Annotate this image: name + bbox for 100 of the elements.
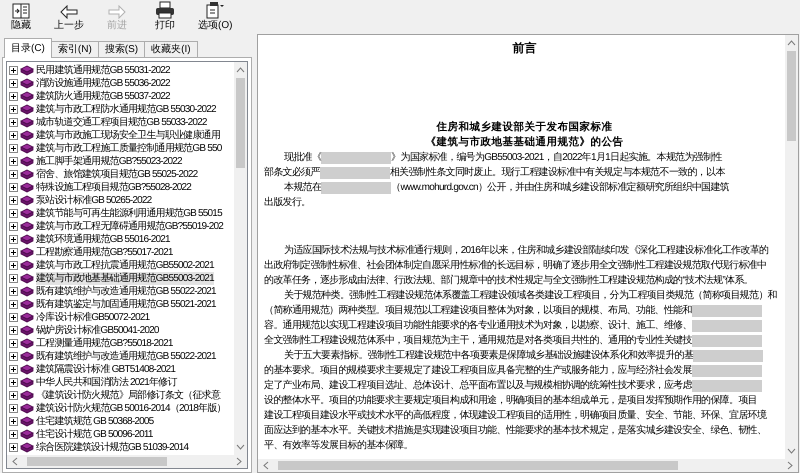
expand-icon[interactable]	[9, 157, 18, 166]
tree-item[interactable]: 特殊设施工程项目规范GB?55028-2022	[36, 181, 191, 194]
scroll-down-icon[interactable]	[787, 447, 796, 455]
expand-icon[interactable]	[9, 209, 18, 218]
expand-icon[interactable]	[9, 92, 18, 101]
toolbar-button[interactable]: 打印	[150, 1, 180, 32]
tree-item[interactable]: 住宅设计规范 GB 50096-2011	[36, 428, 153, 441]
scroll-thumb[interactable]	[787, 51, 796, 141]
scroll-left-icon[interactable]	[11, 457, 19, 466]
body-text: 的改革任务，逐步形成由法律、行政法规、部门规章中的技术性规定与全文强制性工程建设规范构成的“技术法规”体系。	[264, 274, 753, 288]
tree-item[interactable]: 建筑与市政工程施工质量控制通用规范GB 550	[36, 142, 222, 155]
document-menu-icon	[205, 1, 226, 19]
toolbar-button[interactable]: 选项(O)	[198, 1, 232, 32]
toolbar-button[interactable]: 隐藏	[6, 3, 36, 32]
body-text: 关于规范种类。强制性工程建设规范体系覆盖工程建设领域各类建设工程项目，分为工程项目类规范（简称项目规范）和	[284, 288, 777, 303]
book-icon	[20, 390, 34, 401]
body-text: 的基本要求。项目的规模要求主要规定了建设工程项目应具备完整的生产或服务能力，应与经济社会发展	[264, 364, 692, 378]
expand-icon[interactable]	[9, 300, 18, 309]
scroll-left-icon[interactable]	[262, 461, 270, 470]
expand-icon[interactable]	[9, 326, 18, 335]
expand-icon[interactable]	[9, 339, 18, 348]
scroll-thumb[interactable]	[27, 457, 167, 466]
tree-item[interactable]: 泵站设计标准GB 50265-2022	[36, 194, 152, 207]
expand-icon[interactable]	[9, 261, 18, 270]
scroll-up-icon[interactable]	[787, 39, 796, 47]
scroll-right-icon[interactable]	[235, 457, 243, 466]
expand-icon[interactable]	[9, 404, 18, 413]
expand-icon[interactable]	[9, 235, 18, 244]
tab[interactable]: 目录(C)	[4, 38, 52, 58]
expand-icon[interactable]	[9, 131, 18, 140]
tree-item[interactable]: 宿舍、旅馆建筑项目规范GB 55025-2022	[36, 168, 198, 181]
expand-icon[interactable]	[9, 417, 18, 426]
tree-item[interactable]: 锅炉房设计标准GB50041-2020	[36, 324, 159, 337]
expand-icon[interactable]	[9, 352, 18, 361]
expand-icon[interactable]	[9, 287, 18, 296]
tree-item[interactable]: 综合医院建筑设计规范GB 51039-2014	[36, 441, 188, 454]
expand-icon[interactable]	[9, 365, 18, 374]
expand-icon[interactable]	[9, 183, 18, 192]
body-text: （简称通用规范）两种类型。项目规范以工程建设项目整体为对象，以项目的规模、布局、功能、性能和	[264, 304, 692, 318]
book-icon	[20, 208, 34, 219]
panel-icon	[12, 3, 30, 19]
tree-item[interactable]: 住宅建筑规范 GB 50368-2005	[36, 415, 154, 428]
tree-item[interactable]: 既有建筑维护与改造通用规范GB 55022-2021	[36, 350, 216, 363]
tree-item[interactable]: 建筑设计防火规范GB 50016-2014（2018年版）	[36, 402, 226, 415]
tree-item[interactable]: 民用建筑通用规范GB 55031-2022	[36, 64, 170, 77]
expand-icon[interactable]	[9, 274, 18, 283]
tree-item[interactable]: 建筑与市政工程无障碍通用规范GB?55019-202	[36, 220, 224, 233]
expand-icon[interactable]	[9, 79, 18, 88]
tree-item[interactable]: 建筑与市政地基基础通用规范GB55003-2021	[36, 272, 214, 285]
body-text: 出版发行。	[264, 196, 311, 210]
expand-icon[interactable]	[9, 248, 18, 257]
tree-horizontal-scrollbar[interactable]	[7, 455, 247, 468]
book-icon	[20, 143, 34, 154]
tree-item[interactable]: 建筑与市政工程抗震通用规范GB55002-2021	[36, 259, 214, 272]
toolbar-button[interactable]: 上一步	[54, 5, 84, 32]
tree-item[interactable]: 消防设施通用规范GB 55036-2022	[36, 77, 170, 90]
expand-icon[interactable]	[9, 430, 18, 439]
book-icon	[20, 312, 34, 323]
tree-item[interactable]: 既有建筑鉴定与加固通用规范GB 55021-2021	[36, 298, 216, 311]
scroll-thumb[interactable]	[236, 78, 245, 168]
scroll-right-icon[interactable]	[786, 461, 794, 470]
tree-item[interactable]: 既有建筑维护与改造通用规范GB 55022-2021	[36, 285, 216, 298]
expand-icon[interactable]	[9, 66, 18, 75]
expand-icon[interactable]	[9, 313, 18, 322]
document-horizontal-scrollbar[interactable]	[258, 459, 798, 472]
book-icon	[20, 273, 34, 284]
expand-icon[interactable]	[9, 118, 18, 127]
expand-icon[interactable]	[9, 378, 18, 387]
tree-item[interactable]: 建筑节能与可再生能源利用通用规范GB 55015	[36, 207, 222, 220]
tree-item[interactable]: 建筑与市政工程防水通用规范GB 55030-2022	[36, 103, 216, 116]
tree-item[interactable]: 工程测量通用规范GB?55018-2021	[36, 337, 173, 350]
scroll-thumb[interactable]	[278, 461, 678, 470]
document-scrollbar[interactable]	[785, 35, 798, 459]
tree-item[interactable]: 建筑与市政施工现场安全卫生与职业健康通用	[36, 129, 220, 142]
scroll-down-icon[interactable]	[236, 443, 245, 451]
tree-item[interactable]: 施工脚手架通用规范GB?55023-2022	[36, 155, 182, 168]
tree-item[interactable]: 建筑隔震设计标准 GBT51408-2021	[36, 363, 176, 376]
tree-item[interactable]: 城市轨道交通工程项目规范GB 55033-2022	[36, 116, 207, 129]
expand-icon[interactable]	[9, 170, 18, 179]
book-icon	[20, 325, 34, 336]
blurred-block	[321, 152, 392, 164]
expand-icon[interactable]	[9, 196, 18, 205]
expand-icon[interactable]	[9, 222, 18, 231]
tree-item[interactable]: 冷库设计标准GB50072-2021	[36, 311, 150, 324]
expand-icon[interactable]	[9, 144, 18, 153]
tree-item[interactable]: 中华人民共和国消防法 2021年修订	[36, 376, 177, 389]
scroll-up-icon[interactable]	[236, 66, 245, 74]
tree-scrollbar[interactable]	[234, 62, 247, 455]
blurred-block	[693, 350, 764, 362]
tab[interactable]: 收藏夹(I)	[144, 41, 198, 58]
book-icon	[20, 130, 34, 141]
expand-icon[interactable]	[9, 391, 18, 400]
tree-item[interactable]: 建筑环境通用规范GB 55016-2021	[36, 233, 170, 246]
expand-icon[interactable]	[9, 443, 18, 452]
tree-item[interactable]: 工程勘察通用规范GB?55017-2021	[36, 246, 173, 259]
tree-item[interactable]: 建筑防火通用规范GB 55037-2022	[36, 90, 170, 103]
tree-item[interactable]: 《建筑设计防火规范》局部修订条文（征求意	[36, 389, 220, 402]
book-icon	[20, 221, 34, 232]
expand-icon[interactable]	[9, 105, 18, 114]
book-icon	[20, 91, 34, 102]
